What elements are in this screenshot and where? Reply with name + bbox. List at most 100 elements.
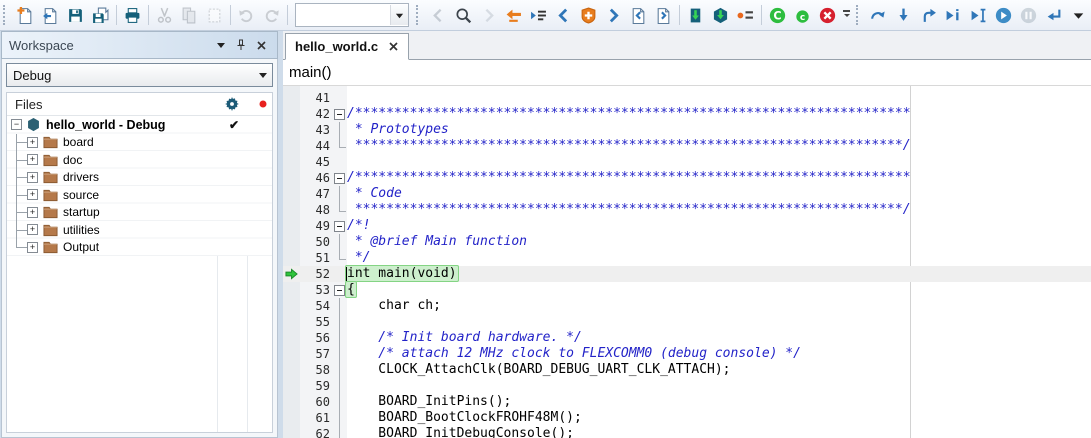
code-text[interactable]: { xyxy=(347,282,355,298)
tree-item-output[interactable]: +Output xyxy=(7,239,272,257)
code-text[interactable]: CLOCK_AttachClk(BOARD_DEBUG_UART_CLK_ATT… xyxy=(347,362,731,378)
goto-function-button[interactable] xyxy=(526,3,551,27)
open-document-button[interactable] xyxy=(38,3,63,27)
code-text[interactable]: * @brief Main function xyxy=(347,234,527,250)
download-button[interactable] xyxy=(683,3,708,27)
close-icon[interactable] xyxy=(388,41,399,52)
breakpoint-margin-cell[interactable] xyxy=(283,410,300,426)
expand-box-icon[interactable]: + xyxy=(27,189,38,200)
download-debug-button[interactable] xyxy=(708,3,733,27)
new-document-button[interactable] xyxy=(13,3,38,27)
workspace-menu-button[interactable] xyxy=(212,36,230,54)
breakpoints-list-button[interactable] xyxy=(733,3,758,27)
quick-search-combobox[interactable] xyxy=(295,3,409,27)
undo-button[interactable] xyxy=(234,3,259,27)
step-out-button[interactable] xyxy=(916,3,941,27)
settings-button[interactable] xyxy=(218,95,246,113)
quick-search-dropdown-button[interactable] xyxy=(390,5,408,25)
code-text[interactable]: * Code xyxy=(347,186,402,202)
paste-button[interactable] xyxy=(202,3,227,27)
expand-box-icon[interactable]: + xyxy=(27,207,38,218)
breakpoint-margin-cell[interactable] xyxy=(283,90,300,106)
tree-item-utilities[interactable]: +utilities xyxy=(7,221,272,239)
breakpoint-margin-cell[interactable] xyxy=(283,362,300,378)
expand-box-icon[interactable]: + xyxy=(27,242,38,253)
copy-button[interactable] xyxy=(177,3,202,27)
breakpoint-margin-cell[interactable] xyxy=(283,314,300,330)
breakpoint-margin-cell[interactable] xyxy=(283,282,300,298)
toolbar-overflow-button[interactable] xyxy=(840,3,853,27)
code-text[interactable]: /***************************************… xyxy=(347,170,911,186)
toggle-bookmark-button[interactable] xyxy=(576,3,601,27)
toolbar-grip[interactable] xyxy=(3,5,9,25)
workspace-close-button[interactable] xyxy=(252,36,270,54)
code-text[interactable]: */ xyxy=(347,250,370,266)
reset-button[interactable] xyxy=(1041,3,1066,27)
breakpoint-margin-cell[interactable] xyxy=(283,218,300,234)
step-over-button[interactable] xyxy=(866,3,891,27)
prev-location-button[interactable] xyxy=(626,3,651,27)
print-button[interactable] xyxy=(120,3,145,27)
save-all-button[interactable] xyxy=(88,3,113,27)
breakpoint-margin-cell[interactable] xyxy=(283,170,300,186)
search-button[interactable] xyxy=(451,3,476,27)
code-text[interactable]: char ch; xyxy=(347,298,441,314)
tree-item-doc[interactable]: +doc xyxy=(7,151,272,169)
toolbar-grip[interactable] xyxy=(856,5,862,25)
expand-box-icon[interactable]: + xyxy=(27,172,38,183)
replace-button[interactable] xyxy=(501,3,526,27)
fold-collapse-icon[interactable] xyxy=(334,221,345,232)
code-text[interactable]: ****************************************… xyxy=(347,138,911,154)
make-button[interactable]: C xyxy=(765,3,790,27)
breakpoint-margin-cell[interactable] xyxy=(283,202,300,218)
workspace-title-bar[interactable]: Workspace xyxy=(1,31,278,59)
tree-item-project-root[interactable]: −hello_world - Debug✔ xyxy=(7,116,272,134)
collapse-box-icon[interactable]: − xyxy=(11,119,22,130)
next-statement-button[interactable] xyxy=(941,3,966,27)
fold-collapse-icon[interactable] xyxy=(334,109,345,120)
breakpoint-margin-cell[interactable] xyxy=(283,426,300,438)
expand-box-icon[interactable]: + xyxy=(27,137,38,148)
nav-back-button[interactable] xyxy=(426,3,451,27)
cut-button[interactable] xyxy=(152,3,177,27)
code-text[interactable]: /***************************************… xyxy=(347,106,911,122)
breakpoint-margin-cell[interactable] xyxy=(283,250,300,266)
next-location-button[interactable] xyxy=(651,3,676,27)
configuration-dropdown[interactable]: Debug xyxy=(6,63,273,87)
code-area[interactable]: 4142/***********************************… xyxy=(283,86,1091,438)
run-to-cursor-button[interactable] xyxy=(966,3,991,27)
expand-box-icon[interactable]: + xyxy=(27,224,38,235)
next-bookmark-button[interactable] xyxy=(601,3,626,27)
breakpoint-margin-cell[interactable] xyxy=(283,266,300,282)
save-button[interactable] xyxy=(63,3,88,27)
function-selector[interactable]: main() xyxy=(283,60,1091,86)
breakpoint-margin-cell[interactable] xyxy=(283,186,300,202)
fold-collapse-icon[interactable] xyxy=(334,173,345,184)
code-text[interactable]: BOARD_BootClockFROHF48M(); xyxy=(347,410,582,426)
breakpoint-margin-cell[interactable] xyxy=(283,378,300,394)
code-text[interactable]: /* Init board hardware. */ xyxy=(347,330,582,346)
break-button[interactable] xyxy=(1016,3,1041,27)
code-text[interactable]: * Prototypes xyxy=(347,122,449,138)
toolbar-grip[interactable] xyxy=(416,5,422,25)
breakpoint-margin-cell[interactable] xyxy=(283,330,300,346)
breakpoint-margin-cell[interactable] xyxy=(283,298,300,314)
code-text[interactable]: /* attach 12 MHz clock to FLEXCOMM0 (deb… xyxy=(347,346,801,362)
workspace-pin-button[interactable] xyxy=(232,36,250,54)
code-text[interactable]: BOARD_InitDebugConsole(); xyxy=(347,426,574,438)
breakpoint-margin-cell[interactable] xyxy=(283,394,300,410)
step-into-button[interactable] xyxy=(891,3,916,27)
redo-button[interactable] xyxy=(259,3,284,27)
nav-forward-button[interactable] xyxy=(476,3,501,27)
breakpoint-margin-cell[interactable] xyxy=(283,138,300,154)
code-text[interactable]: int main(void) xyxy=(347,266,457,282)
code-text[interactable]: /*! xyxy=(347,218,370,234)
tree-item-startup[interactable]: +startup xyxy=(7,204,272,222)
code-text[interactable]: ****************************************… xyxy=(347,202,911,218)
tree-item-source[interactable]: +source xyxy=(7,186,272,204)
dropdown-button[interactable] xyxy=(1066,3,1091,27)
go-button[interactable] xyxy=(991,3,1016,27)
tab-hello-world-c[interactable]: hello_world.c xyxy=(285,33,409,60)
fold-collapse-icon[interactable] xyxy=(334,285,345,296)
quick-search-input[interactable] xyxy=(296,6,390,24)
